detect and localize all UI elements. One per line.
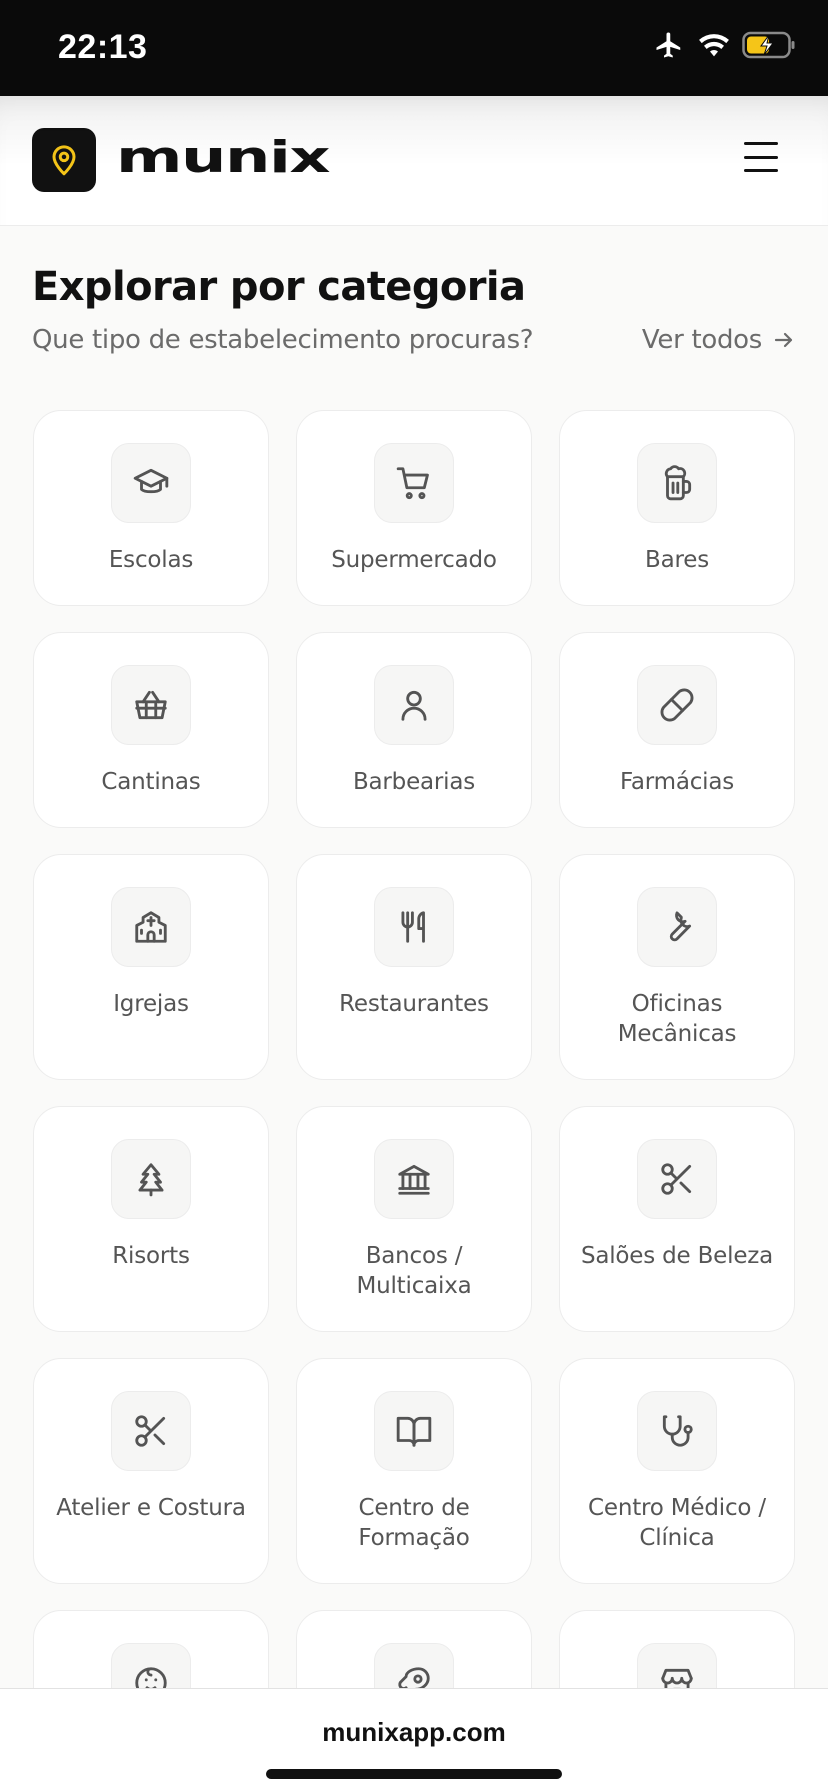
category-label: Oficinas Mecânicas (617, 991, 737, 1047)
category-grid: Escolas Supermercado Bares Cantinas Barb… (33, 410, 795, 1792)
graduation-cap-icon (133, 468, 169, 494)
category-label: Escolas (108, 547, 194, 573)
hamburger-menu-icon[interactable] (744, 142, 778, 172)
category-label: Bares (645, 547, 709, 573)
category-card-centro-de-formacao[interactable]: Centro de Formação (296, 1358, 532, 1584)
category-card-escolas[interactable]: Escolas (33, 410, 269, 606)
scissors-icon (135, 1415, 166, 1447)
arrow-right-icon (774, 332, 793, 348)
church-icon (135, 911, 167, 943)
category-card-restaurantes[interactable]: Restaurantes (296, 854, 532, 1080)
icon-box (637, 1391, 717, 1471)
icon-box (637, 665, 717, 745)
basket-icon (135, 690, 167, 720)
scissors-icon (661, 1163, 692, 1195)
battery-charging-icon (742, 31, 795, 59)
icon-box (111, 665, 191, 745)
category-card-oficinas-mecanicas[interactable]: Oficinas Mecânicas (559, 854, 795, 1080)
category-card-igrejas[interactable]: Igrejas (33, 854, 269, 1080)
bank-icon (398, 1164, 430, 1195)
status-icons (652, 30, 796, 60)
icon-box (637, 887, 717, 967)
category-label: Bancos / Multicaixa (356, 1243, 472, 1299)
category-label: Farmácias (619, 769, 735, 795)
map-pin-icon (52, 145, 76, 176)
category-card-centro-medico[interactable]: Centro Médico / Clínica (559, 1358, 795, 1584)
category-card-farmacias[interactable]: Farmácias (559, 632, 795, 828)
stethoscope-icon (662, 1415, 693, 1447)
pill-icon (660, 688, 694, 722)
category-label: Centro Médico / Clínica (588, 1495, 766, 1551)
icon-box (111, 1139, 191, 1219)
category-label: Atelier e Costura (56, 1495, 246, 1521)
user-icon (401, 690, 427, 721)
icon-box (374, 887, 454, 967)
section-subtitle: Que tipo de estabelecimento procuras? (32, 325, 534, 355)
icon-box (374, 1139, 454, 1219)
category-label: Restaurantes (339, 991, 489, 1017)
section-title: Explorar por categoria (32, 264, 526, 310)
category-card-saloes-de-beleza[interactable]: Salões de Beleza (559, 1106, 795, 1332)
icon-box (374, 443, 454, 523)
category-card-bancos[interactable]: Bancos / Multicaixa (296, 1106, 532, 1332)
icon-box (374, 665, 454, 745)
category-label: Cantinas (101, 769, 201, 795)
category-card-supermercado[interactable]: Supermercado (296, 410, 532, 606)
icon-box (637, 1139, 717, 1219)
category-card-atelier-e-costura[interactable]: Atelier e Costura (33, 1358, 269, 1584)
see-all-link[interactable]: Ver todos (642, 325, 796, 355)
brand-name: munix (116, 132, 331, 183)
app-header: munix (0, 96, 828, 226)
icon-box (111, 443, 191, 523)
shopping-cart-icon (396, 467, 429, 500)
status-bar: 22:13 (0, 0, 828, 96)
logo[interactable] (32, 128, 96, 192)
home-indicator[interactable] (266, 1769, 562, 1779)
category-card-bares[interactable]: Bares (559, 410, 795, 606)
category-label: Salões de Beleza (580, 1243, 774, 1269)
category-label: Centro de Formação (358, 1495, 470, 1551)
wifi-icon (699, 34, 729, 57)
url-text[interactable]: munixapp.com (0, 1717, 828, 1748)
status-time: 22:13 (58, 28, 148, 66)
icon-box (637, 443, 717, 523)
airplane-icon (656, 32, 681, 58)
tree-icon (138, 1163, 164, 1197)
category-label: Supermercado (331, 547, 497, 573)
category-label: Risorts (112, 1243, 190, 1269)
book-open-icon (396, 1416, 432, 1447)
icon-box (111, 887, 191, 967)
category-card-cantinas[interactable]: Cantinas (33, 632, 269, 828)
category-label: Barbearias (352, 769, 476, 795)
icon-box (374, 1391, 454, 1471)
category-card-risorts[interactable]: Risorts (33, 1106, 269, 1332)
category-card-barbearias[interactable]: Barbearias (296, 632, 532, 828)
category-label: Igrejas (113, 991, 189, 1017)
browser-address-bar[interactable]: munixapp.com (0, 1688, 828, 1792)
wrench-icon (669, 911, 692, 942)
icon-box (111, 1391, 191, 1471)
see-all-label: Ver todos (641, 325, 762, 355)
utensils-icon (401, 911, 425, 943)
beer-mug-icon (664, 465, 692, 501)
